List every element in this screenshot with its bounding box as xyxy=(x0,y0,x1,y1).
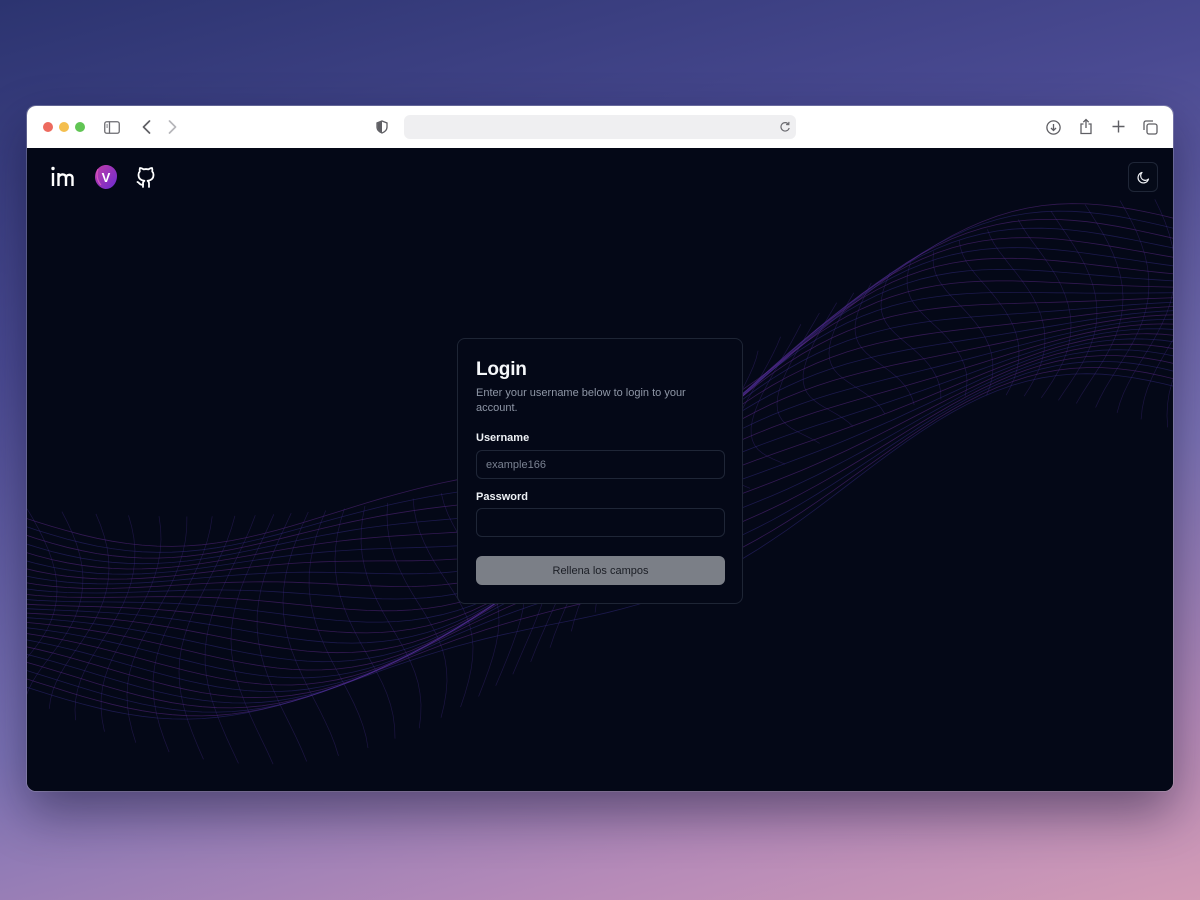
password-input[interactable] xyxy=(476,508,725,537)
browser-window: V Login Enter your username below to log… xyxy=(27,106,1173,791)
linkedin-icon[interactable] xyxy=(49,164,75,190)
login-card: Login Enter your username below to login… xyxy=(457,338,743,604)
sidebar-icon[interactable] xyxy=(103,119,121,135)
wave-line xyxy=(74,515,136,721)
forward-icon[interactable] xyxy=(165,118,179,136)
wave-line xyxy=(282,511,339,757)
moon-icon xyxy=(1137,171,1150,184)
minimize-window-button[interactable] xyxy=(59,122,69,132)
wave-line xyxy=(126,516,188,743)
wave-line xyxy=(334,508,396,739)
wave-line xyxy=(880,272,942,400)
github-icon[interactable] xyxy=(133,164,159,190)
wave-line xyxy=(204,515,256,764)
wave-line xyxy=(1116,199,1173,413)
share-icon[interactable] xyxy=(1078,117,1094,135)
close-window-button[interactable] xyxy=(43,122,53,132)
download-icon[interactable] xyxy=(1045,119,1061,135)
zoom-window-button[interactable] xyxy=(75,122,85,132)
shield-icon[interactable] xyxy=(375,119,389,135)
reload-icon[interactable] xyxy=(778,120,791,134)
wave-line xyxy=(256,513,308,762)
username-input[interactable] xyxy=(476,450,725,479)
password-label: Password xyxy=(476,491,528,503)
wave-line xyxy=(958,240,1020,396)
v-logo-letter: V xyxy=(101,169,111,185)
login-title: Login xyxy=(476,359,527,380)
address-bar[interactable] xyxy=(404,115,796,139)
wave-line xyxy=(1017,219,1072,399)
new-tab-icon[interactable] xyxy=(1111,119,1126,134)
submit-button[interactable]: Rellena los campos xyxy=(476,556,725,585)
back-icon[interactable] xyxy=(139,118,153,136)
page-content: V Login Enter your username below to log… xyxy=(27,148,1173,791)
v-logo-icon[interactable]: V xyxy=(93,164,119,190)
username-label: Username xyxy=(476,432,530,444)
wave-line xyxy=(308,510,369,749)
tabs-overview-icon[interactable] xyxy=(1142,119,1158,135)
wave-line xyxy=(386,502,448,718)
browser-toolbar xyxy=(27,106,1173,149)
theme-toggle-button[interactable] xyxy=(1128,162,1158,192)
login-description: Enter your username below to login to yo… xyxy=(476,387,686,414)
wave-line xyxy=(360,506,422,729)
wave-line xyxy=(230,514,275,765)
